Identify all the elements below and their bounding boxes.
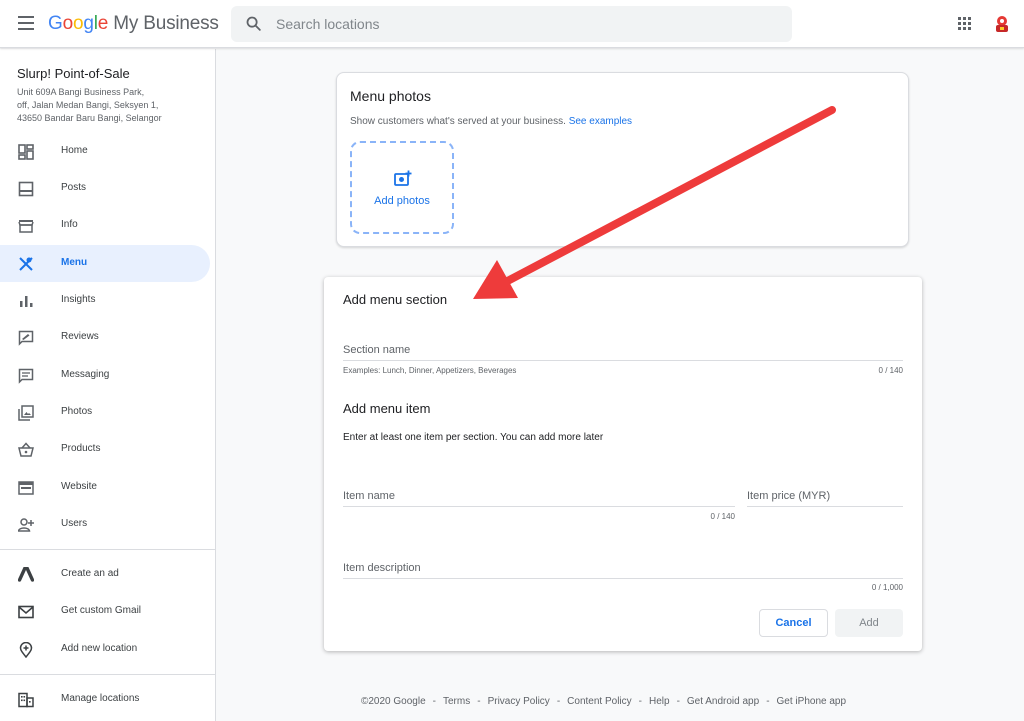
footer: ©2020 Google - Terms - Privacy Policy - Conten… [361,696,847,707]
item-name-input[interactable] [343,490,735,506]
dashboard-icon [18,144,34,160]
person-add-icon [18,518,34,532]
account-avatar[interactable] [990,12,1014,36]
restaurant-icon [19,257,33,271]
business-address: Unit 609A Bangi Business Park, off, Jala… [17,87,162,123]
bar-chart-icon [20,296,33,307]
add-menu-section-dialog: Add menu section Examples: Lunch, Dinner… [324,277,922,651]
sidebar-divider [0,549,216,550]
see-examples-link[interactable]: See examples [569,116,632,127]
footer-link-android-app[interactable]: Get Android app [687,696,759,707]
footer-link-terms[interactable]: Terms [443,696,470,707]
gmail-icon [18,605,34,619]
storefront-icon [18,220,34,233]
sidebar-item-add-location[interactable]: Add new location [0,631,210,668]
sidebar-item-label: Photos [61,406,93,417]
sidebar-item-messaging[interactable]: Messaging [0,357,210,394]
menu-photos-card: Menu photos Show customers what's served… [336,72,909,247]
item-description-input[interactable] [343,562,903,578]
search-icon[interactable] [245,15,262,32]
add-menu-item-title: Add menu item [343,401,431,416]
basket-icon [18,442,34,457]
sidebar-item-users[interactable]: Users [0,506,210,543]
photo-library-icon [18,405,34,421]
sidebar-item-label: Get custom Gmail [61,605,142,616]
menu-photos-description: Show customers what's served at your bus… [350,116,633,127]
section-name-input[interactable] [343,344,903,360]
item-description-field[interactable] [343,558,903,579]
web-icon [18,481,34,495]
footer-link-privacy[interactable]: Privacy Policy [488,696,550,707]
sidebar-item-insights[interactable]: Insights [0,282,210,319]
item-name-counter: 0 / 140 [710,512,735,521]
item-description-counter: 0 / 1,000 [871,583,903,592]
sidebar-item-posts[interactable]: Posts [0,170,210,207]
item-price-input[interactable] [747,490,903,506]
google-my-business-logo[interactable]: Google My Business [48,13,219,35]
sidebar-item-label: Menu [61,257,88,268]
sidebar-item-home[interactable]: Home [0,133,210,170]
message-icon [18,368,34,384]
sidebar-item-label: Posts [61,182,87,193]
business-name: Slurp! Point-of-Sale [17,66,130,81]
footer-link-help[interactable]: Help [649,696,670,707]
sidebar-item-photos[interactable]: Photos [0,394,210,431]
sidebar-item-info[interactable]: Info [0,207,210,244]
cancel-button[interactable]: Cancel [759,609,828,637]
sidebar-item-label: Users [61,518,88,529]
sidebar-item-label: Messaging [61,369,110,380]
copyright: ©2020 Google [361,696,426,707]
sidebar-item-label: Products [61,443,101,454]
sidebar-item-label: Reviews [61,331,99,342]
sidebar: Slurp! Point-of-Sale Unit 609A Bangi Bus… [0,49,216,721]
posts-icon [18,181,34,197]
google-ads-icon [18,567,34,582]
reviews-icon [18,330,34,346]
sidebar-item-create-ad[interactable]: Create an ad [0,556,210,593]
top-app-bar: Google My Business [0,0,1024,48]
item-name-field[interactable] [343,486,735,507]
sidebar-item-products[interactable]: Products [0,431,210,468]
add-button[interactable]: Add [835,609,903,637]
add-location-icon [19,642,33,658]
search-input[interactable] [276,14,776,34]
sidebar-item-label: Info [61,219,78,230]
domain-icon [18,692,34,708]
section-name-counter: 0 / 140 [878,366,903,375]
sidebar-item-menu[interactable]: Menu [0,245,210,282]
main-menu-icon[interactable] [18,16,34,30]
add-menu-item-subtitle: Enter at least one item per section. You… [343,432,604,443]
sidebar-item-label: Home [61,145,88,156]
section-name-hint: Examples: Lunch, Dinner, Appetizers, Bev… [343,366,517,375]
add-photos-label: Add photos [374,195,430,207]
footer-link-content-policy[interactable]: Content Policy [567,696,631,707]
sidebar-item-label: Insights [61,294,96,305]
search-bar[interactable] [231,6,792,42]
sidebar-item-website[interactable]: Website [0,469,210,506]
add-menu-section-title: Add menu section [343,292,448,307]
item-price-field[interactable] [747,486,903,507]
sidebar-item-reviews[interactable]: Reviews [0,319,210,356]
add-photo-icon [394,170,412,186]
sidebar-item-label: Manage locations [61,693,140,704]
sidebar-item-manage-locations[interactable]: Manage locations [0,681,210,718]
sidebar-item-label: Add new location [61,643,138,654]
footer-link-iphone-app[interactable]: Get iPhone app [777,696,847,707]
add-photos-button[interactable]: Add photos [350,141,454,234]
sidebar-item-label: Website [61,481,97,492]
menu-photos-title: Menu photos [350,88,431,104]
sidebar-item-label: Create an ad [61,568,119,579]
sidebar-divider [0,674,216,675]
google-apps-icon[interactable] [958,17,972,31]
sidebar-item-custom-gmail[interactable]: Get custom Gmail [0,593,210,630]
section-name-field[interactable] [343,340,903,361]
